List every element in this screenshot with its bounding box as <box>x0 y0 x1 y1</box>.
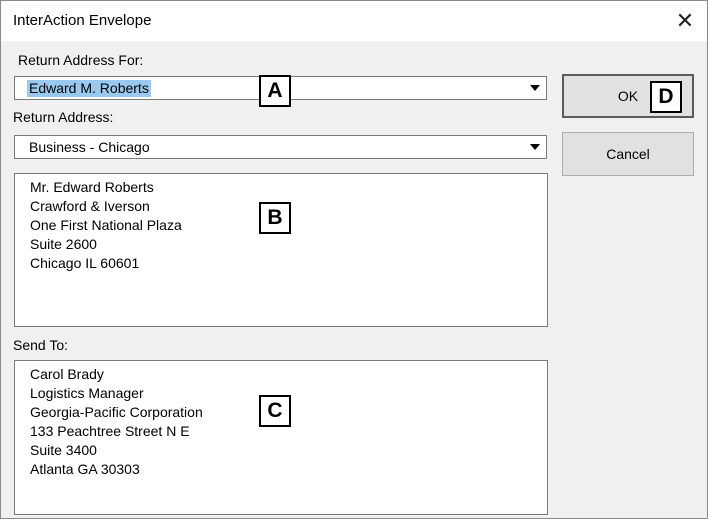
return-address-line: Chicago IL 60601 <box>30 255 140 271</box>
marker-b: B <box>259 202 291 234</box>
chevron-down-icon <box>530 85 540 91</box>
marker-d: D <box>650 81 682 113</box>
send-to-line: 133 Peachtree Street N E <box>30 423 190 439</box>
return-address-for-label: Return Address For: <box>18 52 144 68</box>
return-address-line: Suite 2600 <box>30 236 97 252</box>
window-title: InterAction Envelope <box>13 12 152 29</box>
return-address-combobox[interactable]: Business - Chicago <box>14 135 547 159</box>
return-address-dropdown-button[interactable] <box>524 136 546 158</box>
cancel-button[interactable]: Cancel <box>562 132 694 176</box>
return-address-line: Mr. Edward Roberts <box>30 179 154 195</box>
return-address-textarea[interactable]: Mr. Edward Roberts Crawford & Iverson On… <box>14 173 548 327</box>
marker-c: C <box>259 395 291 427</box>
send-to-line: Georgia-Pacific Corporation <box>30 404 203 420</box>
chevron-down-icon <box>530 144 540 150</box>
send-to-line: Atlanta GA 30303 <box>30 461 140 477</box>
return-address-for-value: Edward M. Roberts <box>27 80 151 97</box>
title-bar: InterAction Envelope ✕ <box>1 1 707 41</box>
return-address-value: Business - Chicago <box>29 139 150 155</box>
return-address-line: One First National Plaza <box>30 217 182 233</box>
close-button[interactable]: ✕ <box>671 7 699 35</box>
return-address-line: Crawford & Iverson <box>30 198 150 214</box>
send-to-line: Suite 3400 <box>30 442 97 458</box>
marker-a: A <box>259 75 291 107</box>
send-to-line: Logistics Manager <box>30 385 144 401</box>
return-address-for-dropdown-button[interactable] <box>524 77 546 99</box>
send-to-textarea[interactable]: Carol Brady Logistics Manager Georgia-Pa… <box>14 360 548 515</box>
return-address-label: Return Address: <box>13 109 114 125</box>
send-to-line: Carol Brady <box>30 366 104 382</box>
send-to-label: Send To: <box>13 337 69 353</box>
dialog-window: InterAction Envelope ✕ Return Address Fo… <box>0 0 708 519</box>
close-icon: ✕ <box>675 8 695 33</box>
